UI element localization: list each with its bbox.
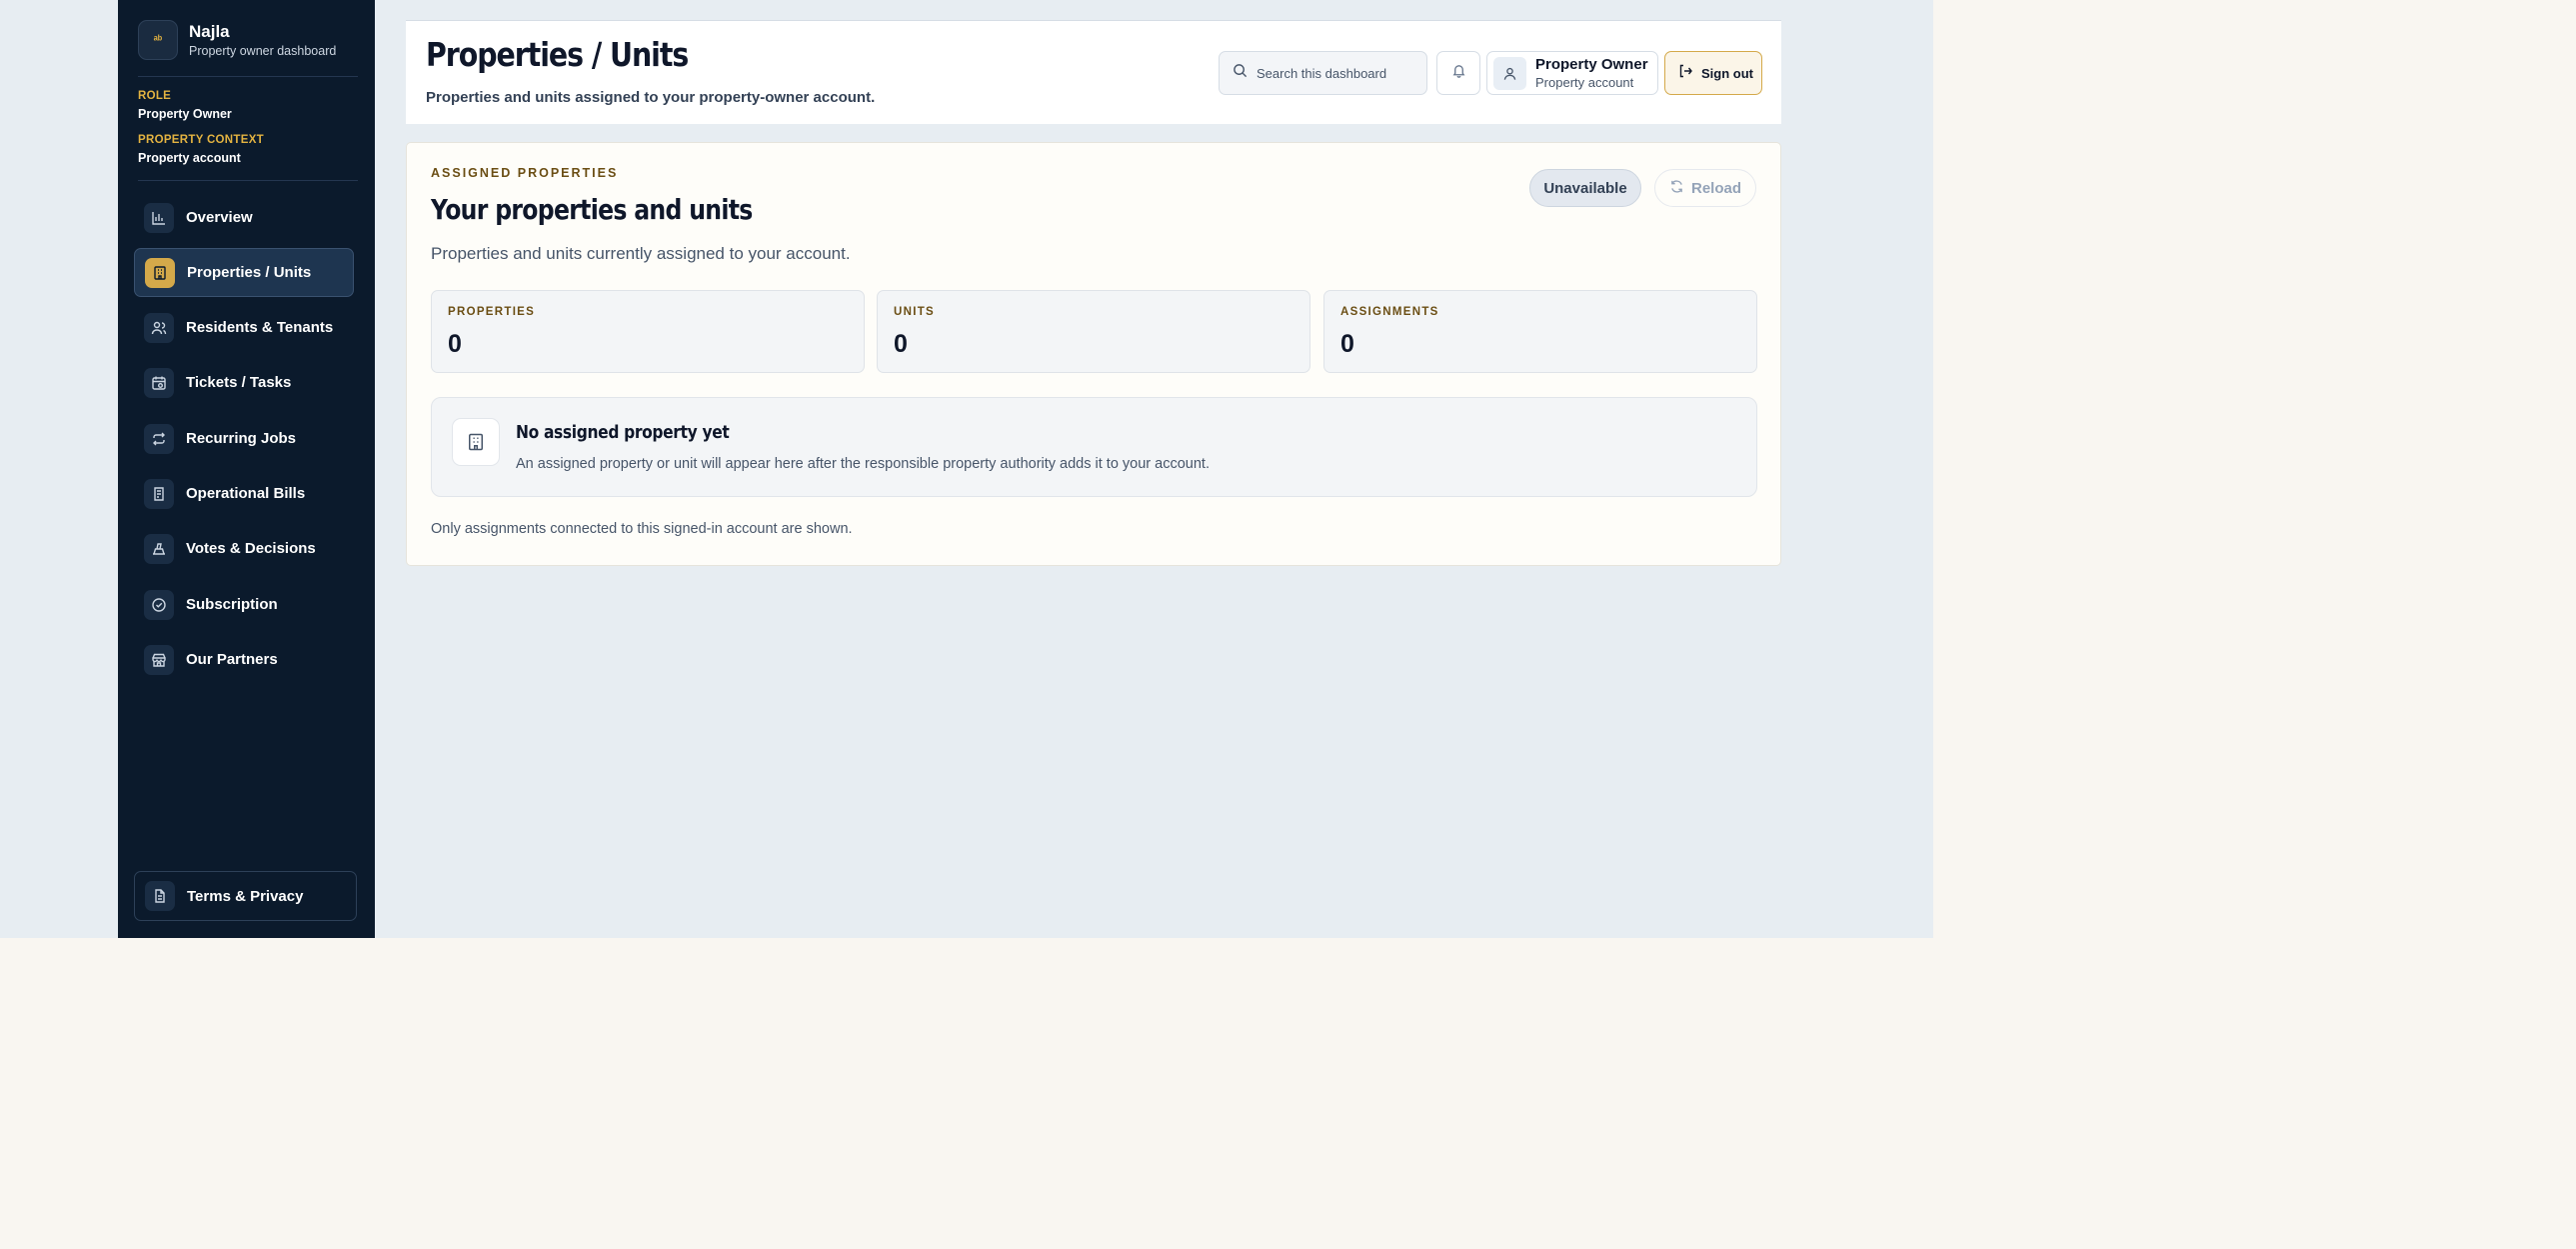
- sidebar-item-votes-decisions[interactable]: Votes & Decisions: [134, 524, 354, 573]
- sidebar-item-overview[interactable]: Overview: [134, 193, 354, 242]
- sidebar-item-terms-privacy[interactable]: Terms & Privacy: [134, 871, 357, 921]
- sidebar-item-label: Overview: [186, 209, 253, 226]
- sidebar-item-properties-units[interactable]: Properties / Units: [134, 248, 354, 297]
- status-badge: Unavailable: [1529, 169, 1641, 207]
- sidebar-item-label: Properties / Units: [187, 264, 312, 281]
- sidebar: ᵃᵇ Najla Property owner dashboard ROLE P…: [118, 0, 375, 938]
- store-icon: [144, 644, 174, 675]
- section-subtitle: Properties and units currently assigned …: [431, 244, 851, 263]
- search-icon: [1233, 63, 1248, 83]
- logout-icon: [1677, 63, 1693, 84]
- brand: ᵃᵇ Najla Property owner dashboard: [138, 20, 336, 60]
- brand-name: Najla: [189, 22, 230, 41]
- refresh-icon: [1669, 179, 1684, 198]
- sidebar-item-residents-tenants[interactable]: Residents & Tenants: [134, 303, 354, 352]
- users-icon: [144, 312, 174, 343]
- sidebar-item-label: Terms & Privacy: [187, 887, 304, 905]
- divider: [138, 180, 358, 181]
- user-name: Property Owner: [1535, 56, 1648, 73]
- role-value: Property Owner: [138, 107, 232, 121]
- footnote: Only assignments connected to this signe…: [431, 521, 853, 537]
- sidebar-item-label: Our Partners: [186, 651, 278, 668]
- sidebar-item-label: Tickets / Tasks: [186, 374, 292, 391]
- divider: [138, 76, 358, 77]
- notifications-button[interactable]: [1436, 51, 1480, 95]
- user-avatar-icon: [1493, 56, 1526, 90]
- property-context-value: Property account: [138, 151, 241, 165]
- repeat-icon: [144, 423, 174, 454]
- stat-label: PROPERTIES: [448, 306, 536, 318]
- building-icon: [452, 418, 500, 466]
- stat-value: 0: [448, 330, 462, 358]
- reload-button[interactable]: Reload: [1654, 169, 1756, 207]
- stat-assignments: ASSIGNMENTS 0: [1323, 290, 1757, 373]
- sidebar-item-subscription[interactable]: Subscription: [134, 580, 354, 629]
- empty-state: No assigned property yet An assigned pro…: [431, 397, 1757, 497]
- app-viewport: ᵃᵇ Najla Property owner dashboard ROLE P…: [0, 0, 1933, 938]
- stat-properties: PROPERTIES 0: [431, 290, 865, 373]
- section-title: Your properties and units: [431, 193, 753, 226]
- page-header: Properties / Units Properties and units …: [406, 20, 1781, 124]
- sign-out-button[interactable]: Sign out: [1664, 51, 1762, 95]
- role-label: ROLE: [138, 90, 172, 102]
- sidebar-item-label: Recurring Jobs: [186, 430, 297, 447]
- stat-value: 0: [894, 330, 908, 358]
- receipt-icon: [144, 478, 174, 509]
- bell-icon: [1451, 63, 1466, 83]
- check-circle-icon: [144, 589, 174, 620]
- role-context: ROLE Property Owner: [138, 90, 232, 121]
- user-menu[interactable]: Property Owner Property account: [1486, 51, 1658, 95]
- building-icon: [145, 257, 175, 288]
- search-input[interactable]: [1257, 65, 1416, 81]
- brand-logo-icon: ᵃᵇ: [138, 20, 178, 60]
- stat-value: 0: [1340, 330, 1354, 358]
- empty-state-text: An assigned property or unit will appear…: [516, 456, 1210, 472]
- page-subtitle: Properties and units assigned to your pr…: [426, 89, 876, 106]
- sidebar-item-recurring-jobs[interactable]: Recurring Jobs: [134, 414, 354, 463]
- calendar-icon: [144, 367, 174, 398]
- stat-label: UNITS: [894, 306, 935, 318]
- ballot-icon: [144, 533, 174, 564]
- sidebar-item-tickets-tasks[interactable]: Tickets / Tasks: [134, 358, 354, 407]
- bar-chart-icon: [144, 202, 174, 233]
- sidebar-item-label: Subscription: [186, 596, 278, 613]
- empty-state-title: No assigned property yet: [516, 422, 730, 443]
- sidebar-item-label: Operational Bills: [186, 485, 306, 502]
- search-box[interactable]: [1219, 51, 1427, 95]
- sidebar-item-label: Votes & Decisions: [186, 540, 316, 557]
- user-account: Property account: [1535, 75, 1634, 90]
- sign-out-label: Sign out: [1701, 65, 1753, 81]
- brand-subtitle: Property owner dashboard: [189, 44, 337, 58]
- section-eyebrow: ASSIGNED PROPERTIES: [431, 166, 619, 180]
- sidebar-item-operational-bills[interactable]: Operational Bills: [134, 469, 354, 518]
- reload-label: Reload: [1690, 179, 1741, 197]
- page-title: Properties / Units: [426, 35, 689, 74]
- document-icon: [145, 881, 175, 911]
- property-context: PROPERTY CONTEXT Property account: [138, 134, 264, 165]
- sidebar-item-our-partners[interactable]: Our Partners: [134, 635, 354, 684]
- property-context-label: PROPERTY CONTEXT: [138, 134, 264, 146]
- sidebar-item-label: Residents & Tenants: [186, 319, 334, 336]
- stat-units: UNITS 0: [877, 290, 1310, 373]
- assigned-properties-card: ASSIGNED PROPERTIES Your properties and …: [406, 142, 1781, 566]
- stat-label: ASSIGNMENTS: [1340, 306, 1439, 318]
